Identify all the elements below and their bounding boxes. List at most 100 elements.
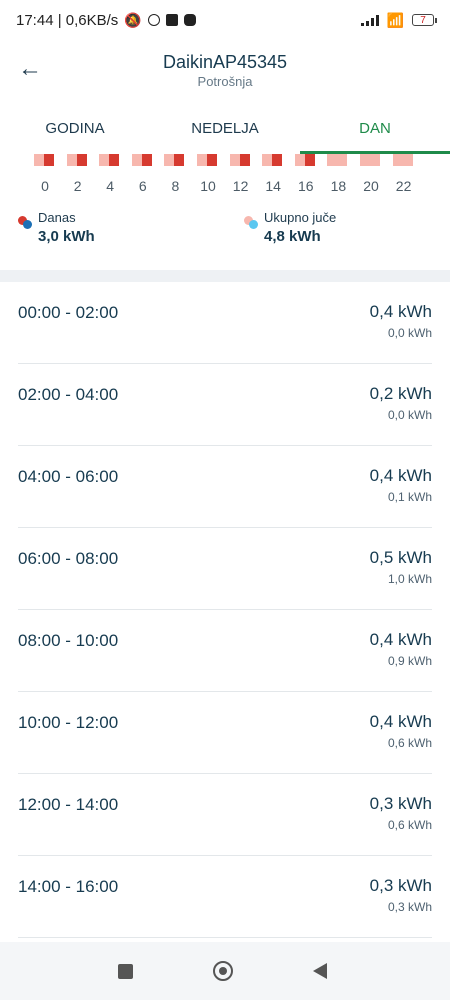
chart-tick-label: 20 <box>363 178 379 194</box>
chart-tick-label: 16 <box>298 178 314 194</box>
row-value: 0,4 kWh <box>369 466 432 485</box>
battery-icon: 7 <box>412 14 437 26</box>
yesterday-bar <box>402 154 413 166</box>
list-item[interactable]: 02:00 - 04:00 0,2 kWh 0,0 kWh <box>18 364 432 446</box>
yesterday-bar <box>370 154 380 166</box>
yesterday-bar <box>197 154 207 166</box>
list-item[interactable]: 00:00 - 02:00 0,4 kWh 0,0 kWh <box>18 282 432 364</box>
today-legend-icon <box>18 216 34 230</box>
today-bar <box>239 154 250 166</box>
yesterday-legend-icon <box>244 216 260 230</box>
legend-yesterday-label: Ukupno juče <box>264 210 337 225</box>
home-icon[interactable] <box>213 961 233 981</box>
list-item[interactable]: 14:00 - 16:00 0,3 kWh 0,3 kWh <box>18 856 432 938</box>
legend-today-label: Danas <box>38 210 76 225</box>
status-left: 17:44 | 0,6KB/s 🔕 <box>16 12 196 29</box>
yesterday-bar <box>229 154 240 166</box>
yesterday-bar <box>66 154 77 166</box>
row-time-range: 02:00 - 04:00 <box>18 385 119 404</box>
legend-today-value: 3,0 kWh <box>38 228 95 245</box>
list-item[interactable]: 08:00 - 10:00 0,4 kWh 0,9 kWh <box>18 610 432 692</box>
chart-legend: Danas 3,0 kWh Ukupno juče 4,8 kWh <box>0 210 450 254</box>
today-bar <box>304 154 315 166</box>
signal-icon <box>360 14 379 26</box>
status-time-speed: 17:44 | 0,6KB/s <box>16 11 119 29</box>
yesterday-bar <box>34 154 44 166</box>
today-bar <box>141 154 152 166</box>
period-tabs: GODINA NEDELJA DAN <box>0 100 450 154</box>
recent-apps-icon[interactable] <box>118 964 133 979</box>
wifi-icon: 📶 <box>386 11 404 28</box>
list-item[interactable]: 06:00 - 08:00 0,5 kWh 1,0 kWh <box>18 528 432 610</box>
yesterday-bar <box>262 154 273 166</box>
yesterday-bar <box>294 154 305 166</box>
app-header: ← DaikinAP45345 Potrošnja <box>0 40 450 100</box>
row-previous-value: 1,0 kWh <box>387 572 432 586</box>
today-bar <box>76 154 87 166</box>
yesterday-bar <box>360 154 370 166</box>
today-bar <box>109 154 120 166</box>
muted-bell-icon: 🔕 <box>124 11 142 28</box>
row-value: 0,3 kWh <box>369 876 432 895</box>
row-previous-value: 0,0 kWh <box>387 408 432 422</box>
today-bar <box>207 154 217 166</box>
chart-tick-label: 14 <box>265 178 281 194</box>
consumption-list: 00:00 - 02:00 0,4 kWh 0,0 kWh 02:00 - 04:00… <box>0 282 450 942</box>
row-value: 0,4 kWh <box>369 630 432 649</box>
row-value: 0,3 kWh <box>369 794 432 813</box>
list-item[interactable]: 04:00 - 06:00 0,4 kWh 0,1 kWh <box>18 446 432 528</box>
system-nav-bar <box>0 944 450 1000</box>
chart-tick-label: 8 <box>171 178 180 194</box>
chart-tick-label: 6 <box>138 178 147 194</box>
chart-tick-label: 22 <box>395 178 412 194</box>
tab-godina[interactable]: GODINA <box>0 100 150 154</box>
tab-dan[interactable]: DAN <box>300 100 450 154</box>
row-previous-value: 0,6 kWh <box>387 736 432 750</box>
viber-icon <box>147 14 160 26</box>
chart-bars <box>0 154 450 166</box>
today-bar <box>272 154 283 166</box>
chart-hour-axis: 0 2 4 6 8 10 12 14 16 18 20 22 <box>0 178 450 196</box>
yesterday-bar <box>164 154 175 166</box>
chart-tick-label: 18 <box>330 178 347 194</box>
today-bar <box>44 154 54 166</box>
chart-tick-label: 12 <box>232 178 249 194</box>
status-bar: 17:44 | 0,6KB/s 🔕 📶 7 <box>0 0 450 40</box>
legend-yesterday-value: 4,8 kWh <box>264 228 321 245</box>
notification-app-icon <box>183 14 196 26</box>
yesterday-bar <box>327 154 338 166</box>
yesterday-bar <box>392 154 403 166</box>
notification-square-icon <box>165 14 178 26</box>
section-divider <box>0 270 450 282</box>
chart-tick-label: 4 <box>106 178 115 194</box>
list-item[interactable]: 10:00 - 12:00 0,4 kWh 0,6 kWh <box>18 692 432 774</box>
chart-tick-label: 10 <box>200 178 216 194</box>
row-previous-value: 0,0 kWh <box>387 326 432 340</box>
consumption-chart[interactable]: 0 2 4 6 8 10 12 14 16 18 20 22 Danas 3,0 kWh Ukupno… <box>0 154 450 270</box>
row-value: 0,5 kWh <box>369 548 432 567</box>
row-time-range: 12:00 - 14:00 <box>18 795 119 814</box>
row-time-range: 04:00 - 06:00 <box>18 467 119 486</box>
row-previous-value: 0,9 kWh <box>387 654 432 668</box>
yesterday-bar <box>99 154 110 166</box>
yesterday-bar <box>131 154 142 166</box>
chart-tick-label: 2 <box>73 178 82 194</box>
chart-tick-label: 0 <box>41 178 49 194</box>
row-time-range: 08:00 - 10:00 <box>18 631 119 650</box>
row-time-range: 14:00 - 16:00 <box>18 877 119 896</box>
page-subtitle: Potrošnja <box>197 74 253 89</box>
row-time-range: 10:00 - 12:00 <box>18 713 119 732</box>
row-time-range: 06:00 - 08:00 <box>18 549 119 568</box>
row-previous-value: 0,1 kWh <box>387 490 432 504</box>
back-triangle-icon[interactable] <box>313 963 327 979</box>
tab-nedelja[interactable]: NEDELJA <box>150 100 300 154</box>
row-value: 0,4 kWh <box>369 302 432 321</box>
page-title: DaikinAP45345 <box>162 52 288 72</box>
row-previous-value: 0,3 kWh <box>387 900 432 914</box>
yesterday-bar <box>337 154 348 166</box>
today-bar <box>174 154 185 166</box>
list-item[interactable]: 12:00 - 14:00 0,3 kWh 0,6 kWh <box>18 774 432 856</box>
status-right: 📶 7 <box>360 11 437 29</box>
row-value: 0,2 kWh <box>369 384 432 403</box>
row-time-range: 00:00 - 02:00 <box>18 303 119 322</box>
